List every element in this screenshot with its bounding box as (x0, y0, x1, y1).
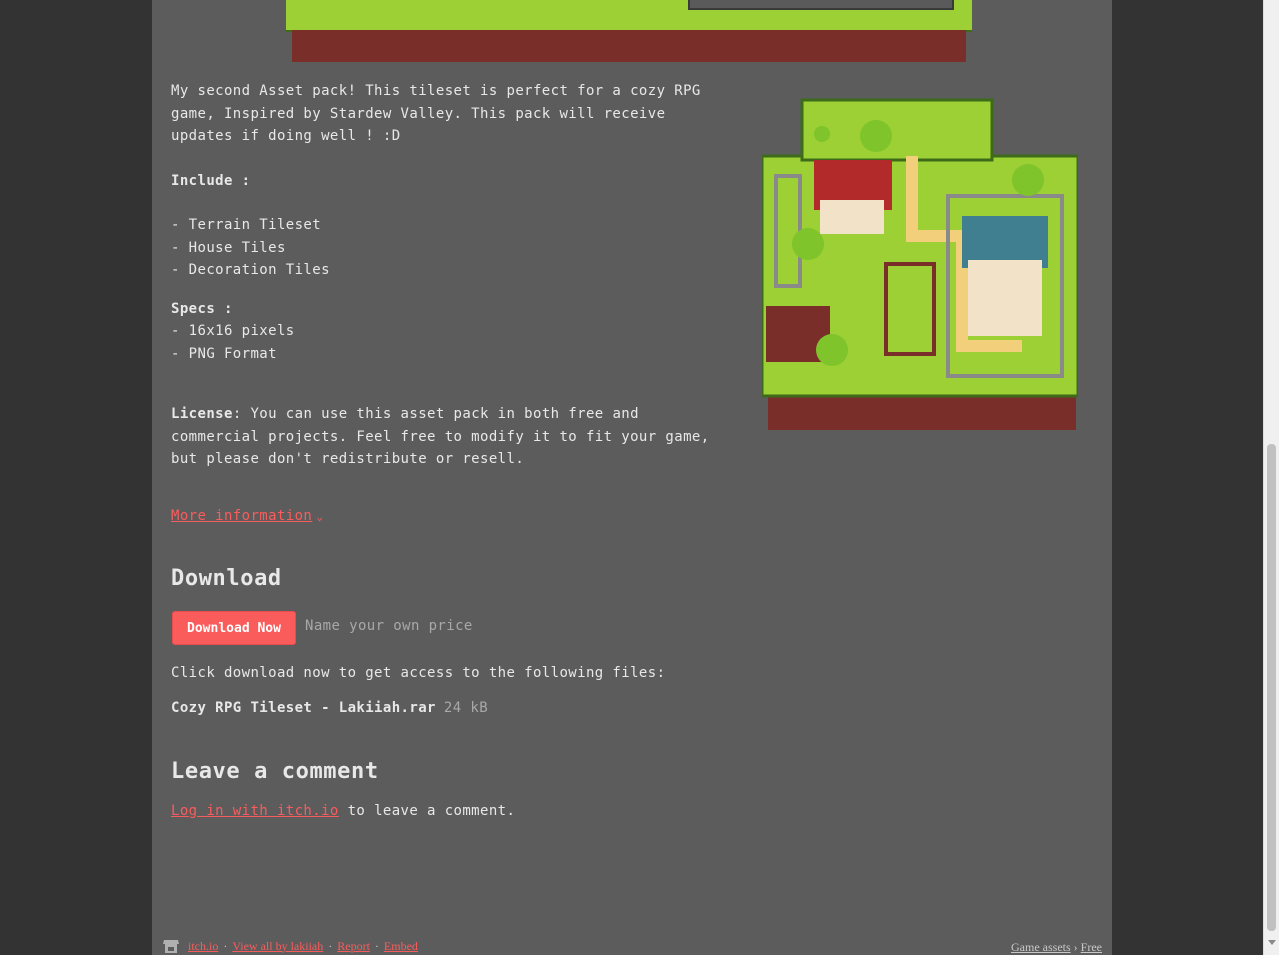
footer-link-itchio[interactable]: itch.io (188, 939, 218, 954)
itchio-logo-icon (163, 940, 179, 953)
login-link[interactable]: Log in with itch.io (171, 803, 339, 819)
file-name: Cozy RPG Tileset - Lakiiah.rar (171, 700, 436, 716)
file-size: 24 kB (443, 700, 489, 716)
price-note: Name your own price (305, 618, 473, 634)
footer-link-embed[interactable]: Embed (384, 939, 418, 954)
more-information-label: More information (171, 508, 313, 524)
more-information-link[interactable]: More information ⌄ (171, 508, 323, 524)
license-label: License (171, 406, 233, 422)
footer-breadcrumb: Game assets › Free (1011, 940, 1102, 955)
files-intro: Click download now to get access to the … (171, 665, 666, 681)
description-intro: My second Asset pack! This tileset is pe… (171, 83, 701, 144)
footer-separator: · (374, 938, 379, 953)
include-item: - House Tiles (171, 239, 286, 256)
download-now-button[interactable]: Download Now (172, 611, 296, 645)
description: My second Asset pack! This tileset is pe… (171, 80, 731, 471)
include-item: - Terrain Tileset (171, 217, 322, 233)
include-heading: Include : (171, 172, 251, 189)
tileset-preview-image (762, 98, 1078, 430)
footer-link-view-all[interactable]: View all by lakiiah (232, 939, 323, 954)
specs-item: - PNG Format (171, 345, 277, 362)
include-item: - Decoration Tiles (171, 262, 330, 278)
login-suffix: to leave a comment. (338, 803, 516, 819)
banner-wall (688, 0, 954, 10)
license-paragraph: License: You can use this asset pack in … (171, 403, 731, 471)
footer: itch.io · View all by lakiiah · Report ·… (152, 936, 1112, 955)
comment-login-line: Log in with itch.io to leave a comment. (171, 803, 515, 819)
breadcrumb-separator: › (1073, 940, 1078, 954)
comments-heading: Leave a comment (171, 759, 379, 784)
chevron-down-icon: ⌄ (316, 510, 324, 523)
game-page: My second Asset pack! This tileset is pe… (152, 0, 1112, 955)
specs-heading: Specs : (171, 300, 233, 317)
scroll-down-arrow-icon[interactable] (1268, 940, 1276, 945)
vertical-scrollbar[interactable] (1263, 0, 1279, 955)
footer-link-report[interactable]: Report (337, 939, 370, 954)
footer-separator: · (223, 938, 228, 953)
scrollbar-thumb[interactable] (1267, 444, 1276, 931)
file-row: Cozy RPG Tileset - Lakiiah.rar 24 kB (171, 700, 488, 716)
breadcrumb-free[interactable]: Free (1081, 940, 1102, 954)
footer-separator: · (328, 938, 333, 953)
banner-image (286, 0, 972, 62)
license-text: : You can use this asset pack in both fr… (171, 406, 710, 467)
banner-dirt (292, 30, 966, 62)
footer-links: itch.io · View all by lakiiah · Report ·… (162, 938, 418, 954)
breadcrumb-game-assets[interactable]: Game assets (1011, 940, 1071, 954)
download-heading: Download (171, 566, 282, 591)
specs-item: - 16x16 pixels (171, 323, 295, 339)
